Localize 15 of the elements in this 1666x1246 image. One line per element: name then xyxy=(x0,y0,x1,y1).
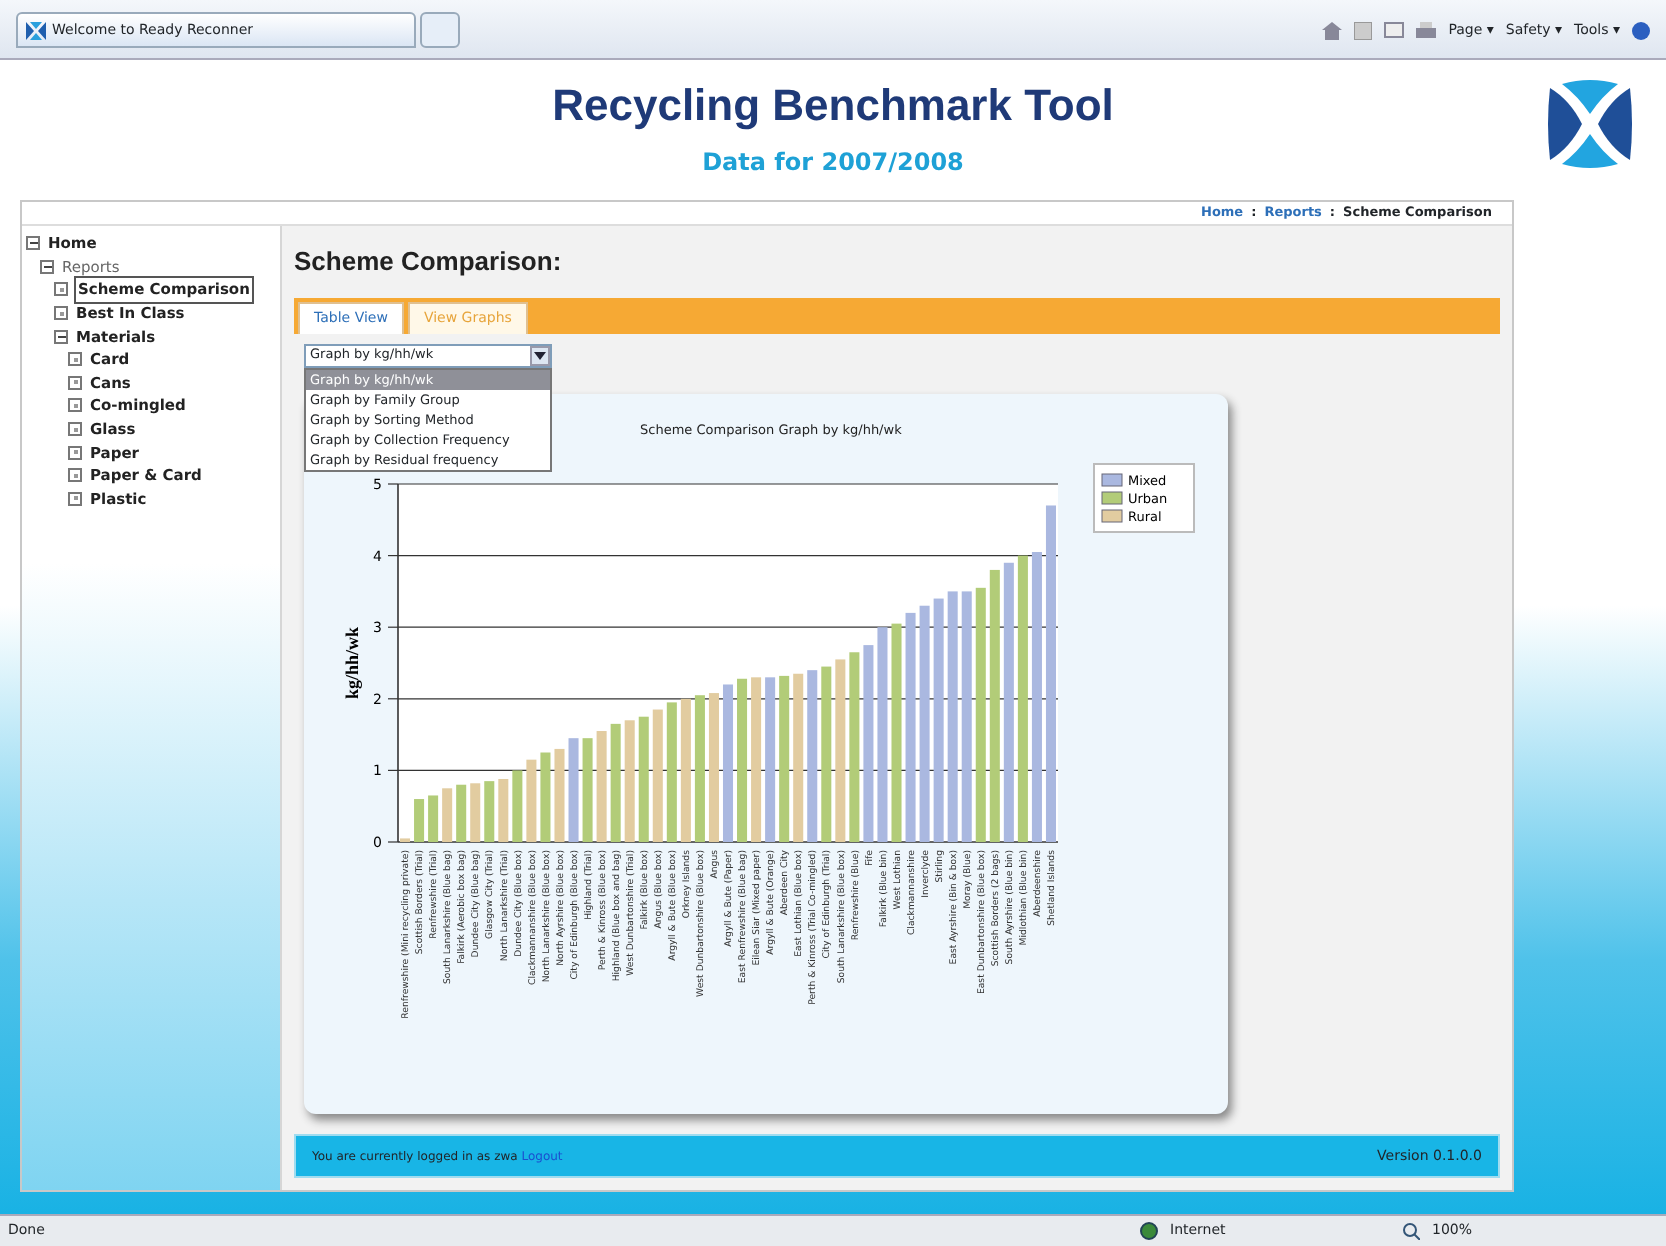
magnifier-icon[interactable] xyxy=(1402,1222,1420,1240)
caret-icon xyxy=(534,351,546,359)
app-title: Recycling Benchmark Tool xyxy=(552,79,1114,133)
collapse-toggle-icon[interactable] xyxy=(26,236,40,251)
page-title: Scheme Comparison: xyxy=(294,244,564,280)
logo-icon xyxy=(26,21,46,39)
home-icon[interactable] xyxy=(1322,21,1343,40)
collapse-toggle-icon[interactable] xyxy=(54,329,68,344)
logo-icon xyxy=(1546,80,1634,168)
help-icon[interactable] xyxy=(1632,21,1650,40)
globe-icon xyxy=(1140,1222,1158,1240)
collapse-toggle-icon[interactable] xyxy=(40,259,54,274)
printer-icon[interactable] xyxy=(1416,21,1437,40)
y-axis-label: kg/hh/wk xyxy=(342,625,362,699)
data-year-subtitle: Data for 2007/2008 xyxy=(702,146,964,181)
